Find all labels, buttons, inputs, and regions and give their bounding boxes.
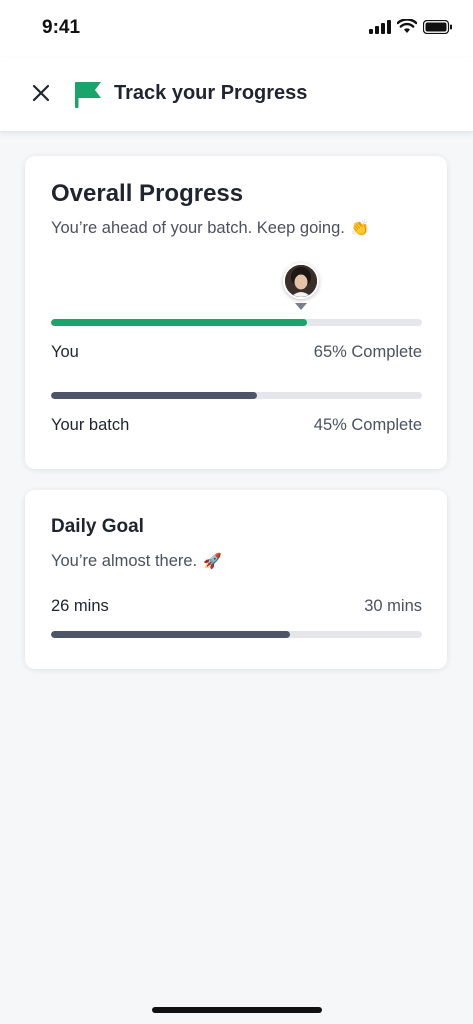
avatar [283,263,319,299]
you-value: 65% Complete [313,343,422,361]
status-icons [369,19,453,34]
daily-goal-subtitle: You’re almost there. 🚀 [51,552,222,571]
daily-goal-title: Daily Goal [51,516,144,537]
batch-label: Your batch [51,416,130,434]
close-button[interactable] [28,80,54,106]
batch-value: 45% Complete [313,416,422,434]
overall-progress-message: You’re ahead of your batch. Keep going. [51,219,345,237]
overall-progress-title: Overall Progress [51,180,244,207]
status-time: 9:41 [42,17,81,38]
batch-progress-fill [51,392,258,399]
home-indicator [152,1007,322,1013]
daily-goal-card: Daily Goal You’re almost there. 🚀 26 mins… [25,490,447,669]
daily-progress-fill [51,631,290,638]
you-progress-fill [51,319,307,326]
batch-progress-bar [51,392,422,399]
wifi-icon [397,19,417,33]
rocket-icon: 🚀 [203,553,222,570]
daily-goal-message: You’re almost there. [51,552,198,570]
overall-progress-subtitle: You’re ahead of your batch. Keep going. 👏 [51,219,370,238]
you-label: You [51,343,79,361]
battery-icon [423,19,452,34]
app-header: Track your Progress [0,58,473,132]
overall-progress-card: Overall Progress You’re ahead of your ba… [25,156,447,469]
avatar-pointer-icon [295,303,307,310]
page-title: Track your Progress [114,82,308,104]
daily-progress-bar [51,631,422,638]
user-photo [285,265,317,297]
cellular-signal-icon [369,19,391,34]
you-progress-bar [51,319,422,326]
close-icon [32,84,50,102]
daily-current-label: 26 mins [51,597,109,615]
daily-goal-label: 30 mins [364,597,422,615]
clapping-hands-icon: 👏 [350,220,370,237]
flag-icon [75,82,101,108]
status-bar: 9:41 [0,0,473,58]
